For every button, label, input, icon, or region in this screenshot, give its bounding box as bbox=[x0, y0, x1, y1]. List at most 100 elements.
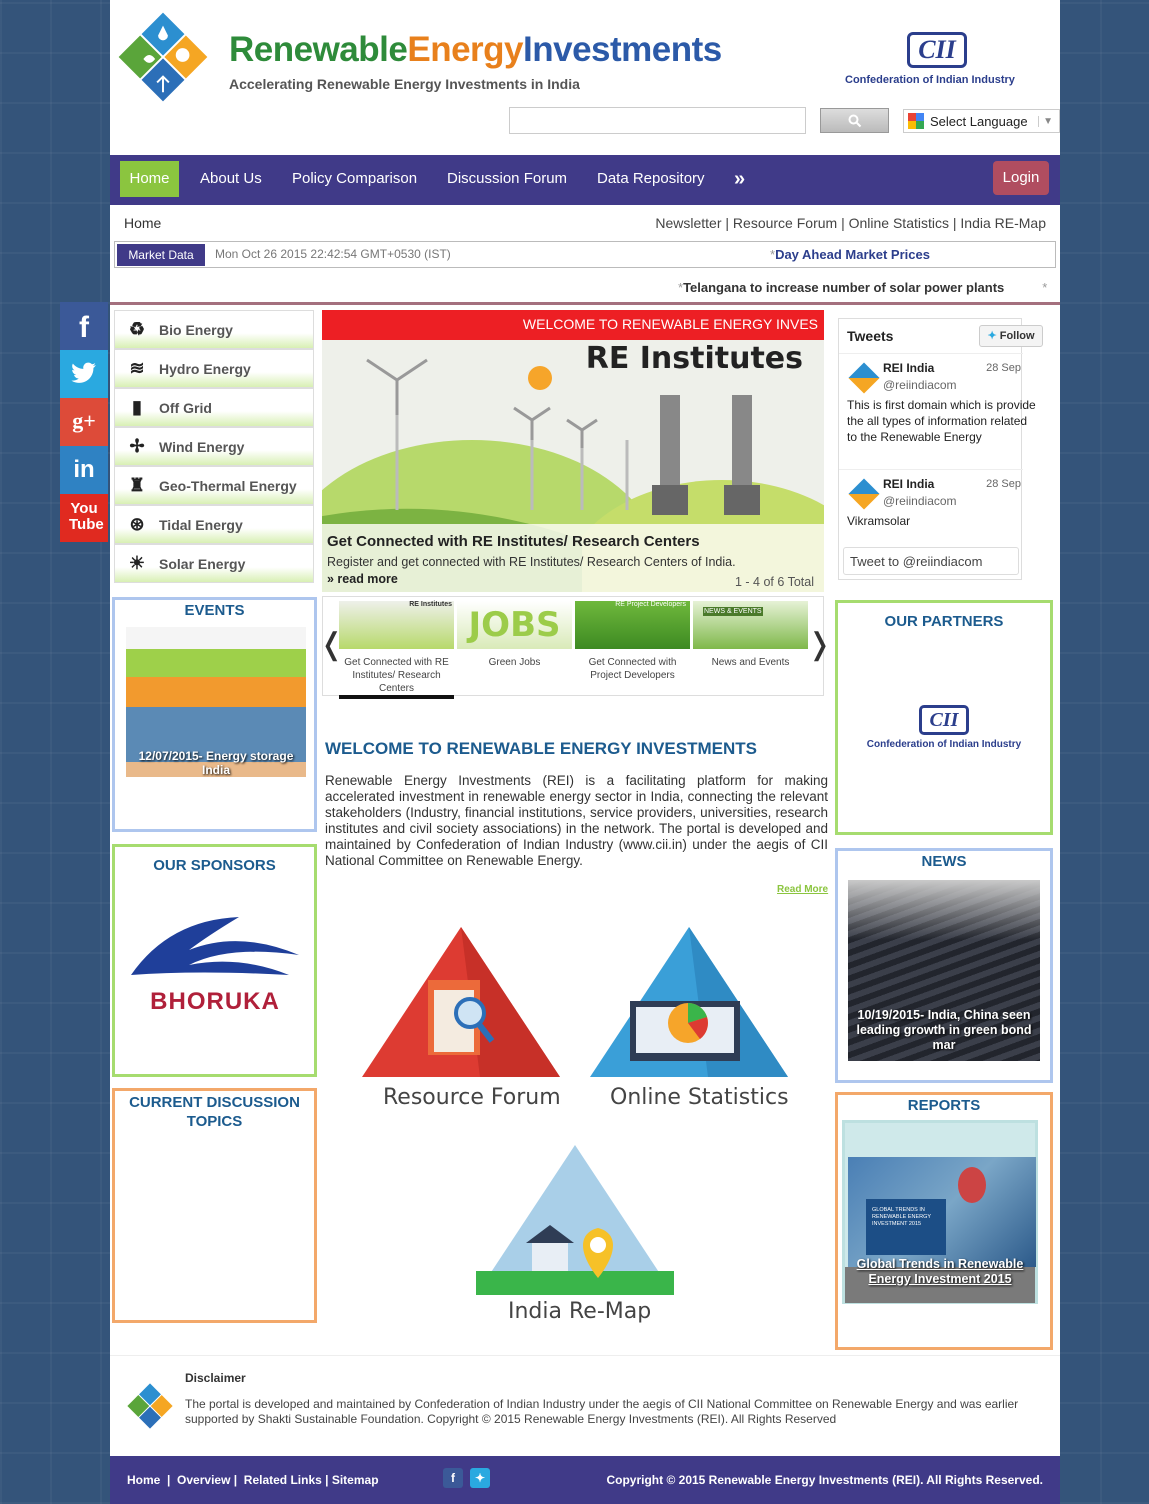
thumb-label: Green Jobs bbox=[488, 657, 541, 668]
energy-menu-item-bio[interactable]: ♻ Bio Energy bbox=[114, 310, 314, 349]
login-button[interactable]: Login bbox=[993, 161, 1049, 195]
energy-menu-item-off-grid[interactable]: ▮ Off Grid bbox=[114, 388, 314, 427]
divider bbox=[110, 302, 1060, 305]
online-statistics-label[interactable]: Online Statistics bbox=[610, 1085, 789, 1110]
thumb-overlay: JOBS bbox=[457, 601, 572, 649]
resource-forum-tile[interactable] bbox=[360, 925, 562, 1080]
linkedin-icon: in bbox=[73, 456, 95, 483]
geothermal-icon: ♜ bbox=[128, 475, 146, 495]
india-re-map-label[interactable]: India Re-Map bbox=[508, 1299, 651, 1324]
energy-menu-item-solar[interactable]: ☀ Solar Energy bbox=[114, 544, 314, 583]
footer-link-sitemap[interactable]: Sitemap bbox=[332, 1473, 379, 1487]
search-input[interactable] bbox=[509, 107, 806, 134]
site-title[interactable]: RenewableEnergyInvestments bbox=[229, 30, 722, 70]
tweet-author: REI India bbox=[883, 477, 935, 491]
twitter-follow-button[interactable]: ✦ Follow bbox=[979, 325, 1043, 347]
nav-discussion-forum[interactable]: Discussion Forum bbox=[447, 161, 567, 197]
tweet-handle: @reiindiacom bbox=[883, 494, 957, 508]
cii-logo[interactable]: CII bbox=[907, 32, 967, 68]
avatar bbox=[848, 362, 880, 394]
thumb-overlay: NEWS & EVENTS bbox=[703, 607, 763, 616]
slide-read-more-link[interactable]: » read more bbox=[327, 572, 398, 586]
discussion-box: CURRENT DISCUSSION TOPICS bbox=[112, 1088, 317, 1323]
slide-re-institutes[interactable]: RE Institutes Get Connected with RE Inst… bbox=[322, 340, 824, 592]
avatar bbox=[848, 478, 880, 510]
day-ahead-market-link[interactable]: *Day Ahead Market Prices bbox=[770, 247, 930, 262]
tidal-icon: ⊛ bbox=[129, 514, 145, 534]
welcome-read-more-link[interactable]: Read More bbox=[777, 884, 828, 895]
footer-link-related-links[interactable]: Related Links bbox=[244, 1473, 322, 1487]
tweets-title: Tweets bbox=[847, 328, 894, 344]
india-re-map-tile[interactable] bbox=[474, 1143, 676, 1298]
online-statistics-tile[interactable] bbox=[588, 925, 790, 1080]
star-icon: * bbox=[1042, 280, 1048, 295]
thumb-green-jobs[interactable]: JOBS Green Jobs bbox=[457, 601, 572, 669]
nav-data-repository[interactable]: Data Repository bbox=[597, 161, 705, 197]
events-title: EVENTS bbox=[184, 602, 245, 619]
follow-label: Follow bbox=[999, 330, 1035, 342]
energy-menu-label: Solar Energy bbox=[159, 555, 246, 572]
language-select[interactable]: Select Language ▼ bbox=[903, 109, 1060, 133]
quick-links: Newsletter | Resource Forum | Online Sta… bbox=[655, 215, 1046, 231]
nav-policy-comparison[interactable]: Policy Comparison bbox=[292, 161, 417, 197]
sponsor-logo[interactable]: BHORUKA bbox=[129, 915, 301, 1015]
youtube-share-button[interactable]: You Tube bbox=[60, 494, 108, 542]
sponsor-name: BHORUKA bbox=[150, 988, 280, 1015]
footer-link-home[interactable]: Home bbox=[127, 1473, 160, 1487]
tweet-input[interactable]: Tweet to @reiindiacom bbox=[843, 547, 1019, 575]
partner-cii-mark: CII bbox=[919, 705, 969, 735]
thumb-re-institutes[interactable]: RE Institutes Get Connected with RE Insti… bbox=[339, 601, 454, 699]
tweet-handle: @reiindiacom bbox=[883, 378, 957, 392]
events-box: EVENTS 12/07/2015- Energy storage India bbox=[112, 597, 317, 832]
linkedin-share-button[interactable]: in bbox=[60, 446, 108, 494]
energy-menu-item-geothermal[interactable]: ♜ Geo-Thermal Energy bbox=[114, 466, 314, 505]
nav-more-button[interactable]: » bbox=[734, 161, 745, 197]
energy-menu-item-hydro[interactable]: ≋ Hydro Energy bbox=[114, 349, 314, 388]
next-arrow-icon[interactable]: ❭ bbox=[807, 627, 832, 662]
tweet-date: 28 Sep bbox=[986, 478, 1021, 490]
energy-menu-item-wind[interactable]: ✢ Wind Energy bbox=[114, 427, 314, 466]
quick-link-resource-forum[interactable]: Resource Forum bbox=[733, 215, 837, 231]
sun-icon: ☀ bbox=[128, 553, 146, 573]
breadcrumb[interactable]: Home bbox=[124, 215, 161, 231]
market-data-bar: Market Data Mon Oct 26 2015 22:42:54 GMT… bbox=[114, 241, 1056, 268]
partner-logo-cii[interactable]: CII Confederation of Indian Industry bbox=[838, 705, 1050, 750]
resource-forum-label[interactable]: Resource Forum bbox=[383, 1085, 561, 1110]
news-ticker[interactable]: * Telangana to increase number of solar p… bbox=[678, 280, 1047, 295]
google-plus-share-button[interactable]: g+ bbox=[60, 398, 108, 446]
twitter-share-button[interactable] bbox=[60, 350, 108, 398]
slider-thumbnails: ❬ RE Institutes Get Connected with RE Ins… bbox=[319, 596, 832, 699]
report-cover[interactable]: GLOBAL TRENDS IN RENEWABLE ENERGY INVEST… bbox=[842, 1120, 1038, 1304]
partners-title: OUR PARTNERS bbox=[884, 613, 1004, 630]
nav-home[interactable]: Home bbox=[120, 161, 179, 197]
thumb-label: News and Events bbox=[711, 657, 790, 668]
event-poster[interactable]: 12/07/2015- Energy storage India bbox=[126, 627, 306, 803]
quick-link-india-re-map[interactable]: India RE-Map bbox=[960, 215, 1046, 231]
thumb-news-events[interactable]: NEWS & EVENTS News and Events bbox=[693, 601, 808, 669]
energy-menu-item-tidal[interactable]: ⊛ Tidal Energy bbox=[114, 505, 314, 544]
dropdown-arrow-icon: ▼ bbox=[1038, 115, 1053, 127]
quick-link-newsletter[interactable]: Newsletter bbox=[655, 215, 721, 231]
facebook-share-button[interactable]: f bbox=[60, 302, 108, 350]
footer-link-overview[interactable]: Overview bbox=[177, 1473, 230, 1487]
tweet-text: This is first domain which is provide th… bbox=[847, 398, 1036, 444]
quick-link-online-statistics[interactable]: Online Statistics bbox=[849, 215, 949, 231]
site-title-part: Investments bbox=[523, 30, 722, 69]
welcome-text: Renewable Energy Investments (REI) is a … bbox=[325, 773, 828, 868]
thumb-project-developers[interactable]: RE Project Developers Get Connected with … bbox=[575, 601, 690, 682]
market-datetime: Mon Oct 26 2015 22:42:54 GMT+0530 (IST) bbox=[215, 247, 451, 261]
report-caption: Global Trends in Renewable Energy Invest… bbox=[856, 1257, 1024, 1286]
disclaimer-text: The portal is developed and maintained b… bbox=[185, 1397, 1019, 1426]
slider-banner: WELCOME TO RENEWABLE ENERGY INVES bbox=[322, 310, 824, 340]
language-label: Select Language bbox=[930, 113, 1028, 129]
search-icon bbox=[848, 114, 861, 127]
news-image[interactable]: 10/19/2015- India, China seen leading gr… bbox=[848, 880, 1040, 1061]
footer-twitter-icon[interactable]: ✦ bbox=[470, 1468, 490, 1488]
search-button[interactable] bbox=[820, 108, 889, 133]
reports-title: REPORTS bbox=[907, 1097, 981, 1114]
cii-name: Confederation of Indian Industry bbox=[845, 74, 1015, 86]
site-logo-icon[interactable] bbox=[114, 6, 212, 108]
nav-about-us[interactable]: About Us bbox=[200, 161, 262, 197]
energy-menu-label: Geo-Thermal Energy bbox=[159, 477, 297, 494]
footer-facebook-icon[interactable]: f bbox=[443, 1468, 463, 1488]
